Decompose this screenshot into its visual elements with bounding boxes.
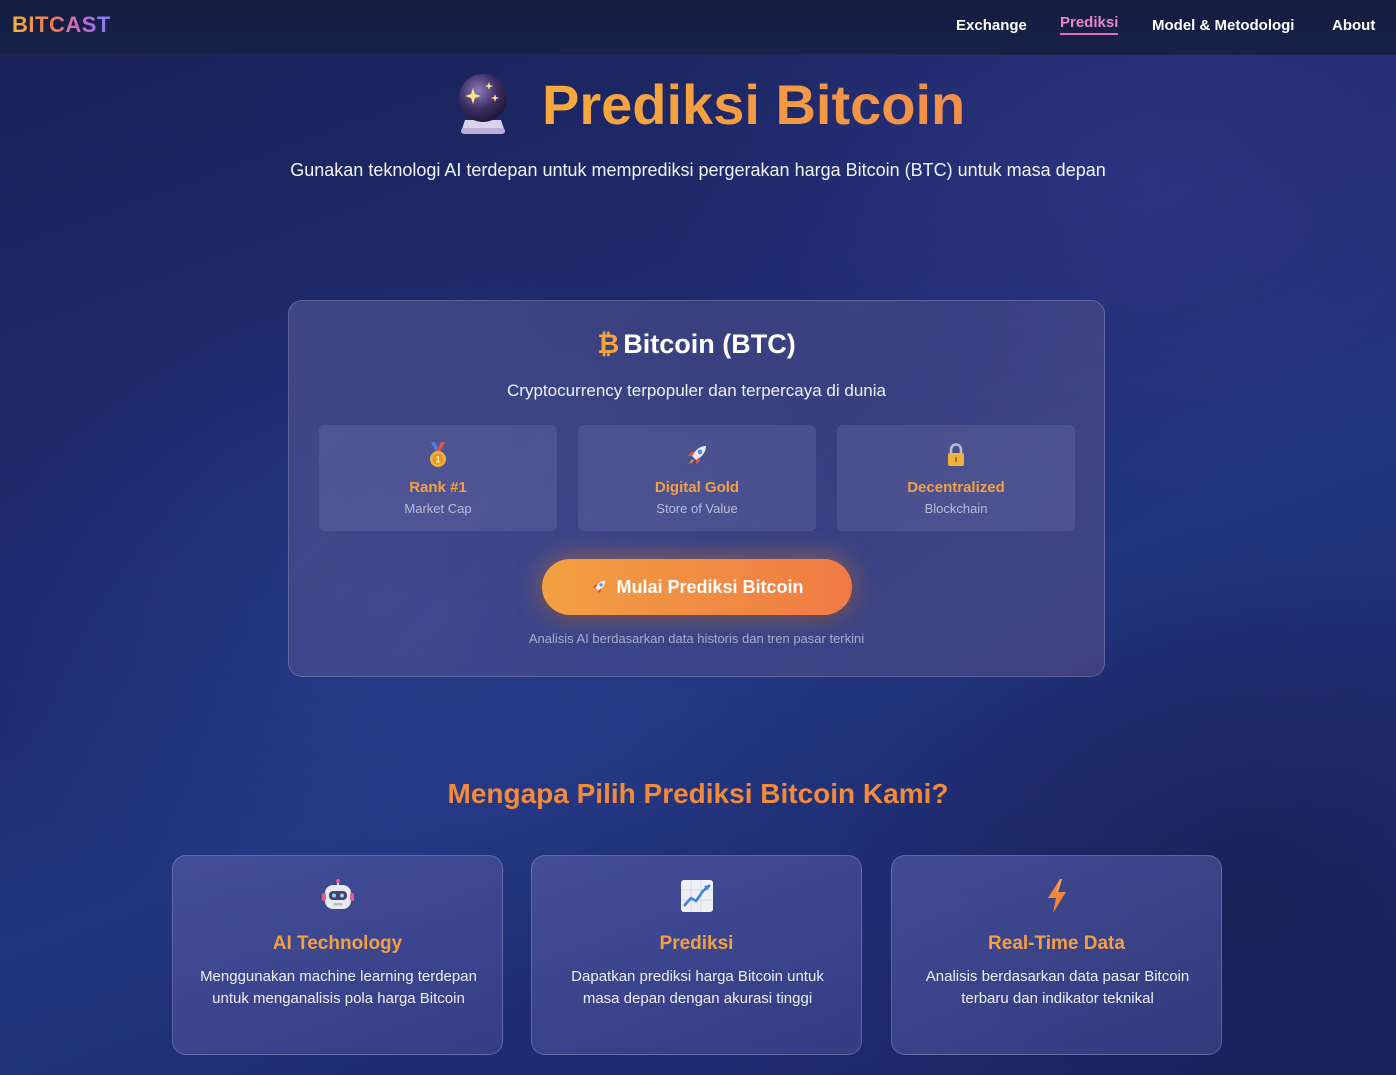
rocket-icon	[688, 446, 706, 464]
nav-link-about[interactable]: About	[1332, 17, 1375, 34]
bitcoin-icon: ₿	[597, 329, 620, 359]
page-title: Prediksi Bitcoin	[542, 73, 966, 136]
nav-link-exchange[interactable]: Exchange	[956, 17, 1027, 34]
medal-icon: 1	[430, 442, 446, 467]
feature-desc-real-time-data: Analisis berdasarkan data pasar Bitcoin …	[925, 968, 1190, 1007]
bitcoin-card-description: Cryptocurrency terpopuler dan terpercaya…	[507, 381, 886, 400]
stat-decentralized-sub: Blockchain	[924, 501, 988, 516]
feature-desc-prediksi: Dapatkan prediksi harga Bitcoin untuk ma…	[571, 968, 824, 1007]
svg-text:1: 1	[435, 455, 440, 465]
stat-rank-sub: Market Cap	[404, 501, 472, 516]
nav-link-prediksi[interactable]: Prediksi	[1060, 14, 1119, 35]
top-navbar: BITCAST Exchange Prediksi Model & Metodo…	[0, 0, 1396, 55]
stat-digital-gold-sub: Store of Value	[656, 501, 738, 516]
hero-header: Prediksi Bitcoin	[0, 66, 1396, 142]
robot-icon	[321, 879, 354, 909]
rocket-icon	[593, 580, 606, 594]
feature-title-real-time-data: Real-Time Data	[988, 933, 1125, 954]
stat-rank: 1 Rank #1 Market Cap	[319, 425, 557, 531]
nav-link-model-metodologi[interactable]: Model & Metodologi	[1152, 17, 1294, 34]
lock-icon	[948, 443, 964, 466]
stat-decentralized-label: Decentralized	[907, 479, 1005, 496]
site-logo[interactable]: BITCAST	[12, 12, 111, 38]
lightning-icon	[1047, 879, 1066, 913]
section-title: Mengapa Pilih Prediksi Bitcoin Kami?	[447, 778, 949, 809]
stat-digital-gold: Digital Gold Store of Value	[578, 425, 816, 531]
feature-desc-ai-technology: Menggunakan machine learning terdepan un…	[200, 968, 477, 1007]
crystal-ball-icon	[453, 70, 513, 136]
feature-title-ai-technology: AI Technology	[272, 933, 403, 954]
start-prediction-button-label: Mulai Prediksi Bitcoin	[616, 576, 804, 597]
feature-card-prediksi: Prediksi Dapatkan prediksi harga Bitcoin…	[531, 855, 862, 1055]
start-prediction-button[interactable]: Mulai Prediksi Bitcoin	[542, 559, 852, 615]
stat-digital-gold-label: Digital Gold	[654, 479, 740, 496]
feature-title-prediksi: Prediksi	[659, 933, 734, 954]
bitcoin-card-title-text: Bitcoin (BTC)	[623, 329, 796, 359]
stat-decentralized: Decentralized Blockchain	[837, 425, 1075, 531]
chart-increasing-icon	[680, 880, 713, 912]
feature-card-real-time-data: Real-Time Data Analisis berdasarkan data…	[891, 855, 1222, 1055]
bitcoin-card: ₿ Bitcoin (BTC) Cryptocurrency terpopuler…	[288, 300, 1105, 677]
stat-rank-label: Rank #1	[409, 479, 467, 496]
cta-note: Analisis AI berdasarkan data historis da…	[528, 631, 865, 646]
bitcoin-card-title: ₿ Bitcoin (BTC)	[289, 329, 1104, 360]
feature-card-ai-technology: AI Technology Menggunakan machine learni…	[172, 855, 503, 1055]
hero-subtitle: Gunakan teknologi AI terdepan untuk memp…	[290, 160, 1106, 180]
